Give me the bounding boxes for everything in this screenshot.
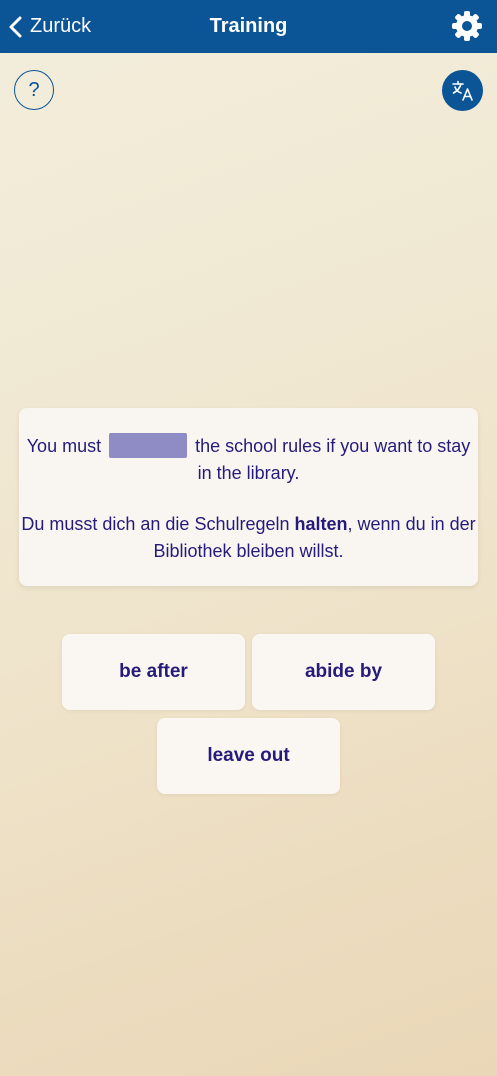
answer-blank <box>109 433 188 458</box>
back-button[interactable]: Zurück <box>8 0 91 53</box>
english-sentence-start: You must <box>26 436 102 456</box>
german-sentence: Du musst dich an die Schulregeln halten,… <box>19 511 478 565</box>
english-sentence-end: the school rules if you want to stay in … <box>195 436 471 483</box>
english-sentence: You must the school rules if you want to… <box>19 433 478 487</box>
answer-option-leave-out[interactable]: leave out <box>157 718 340 794</box>
translate-button[interactable] <box>442 70 483 111</box>
translate-icon <box>451 80 473 101</box>
sentence-card: You must the school rules if you want to… <box>19 408 478 586</box>
answer-option-be-after[interactable]: be after <box>62 634 245 710</box>
german-sentence-start: Du musst dich an die Schulregeln <box>21 514 295 534</box>
answer-option-abide-by[interactable]: abide by <box>252 634 435 710</box>
top-navigation-bar: Zurück Training <box>0 0 497 53</box>
help-button[interactable]: ? <box>14 70 54 110</box>
gear-icon[interactable] <box>451 10 483 42</box>
back-label: Zurück <box>30 15 92 37</box>
german-highlight-word: halten <box>294 514 348 534</box>
chevron-left-icon <box>9 16 22 37</box>
